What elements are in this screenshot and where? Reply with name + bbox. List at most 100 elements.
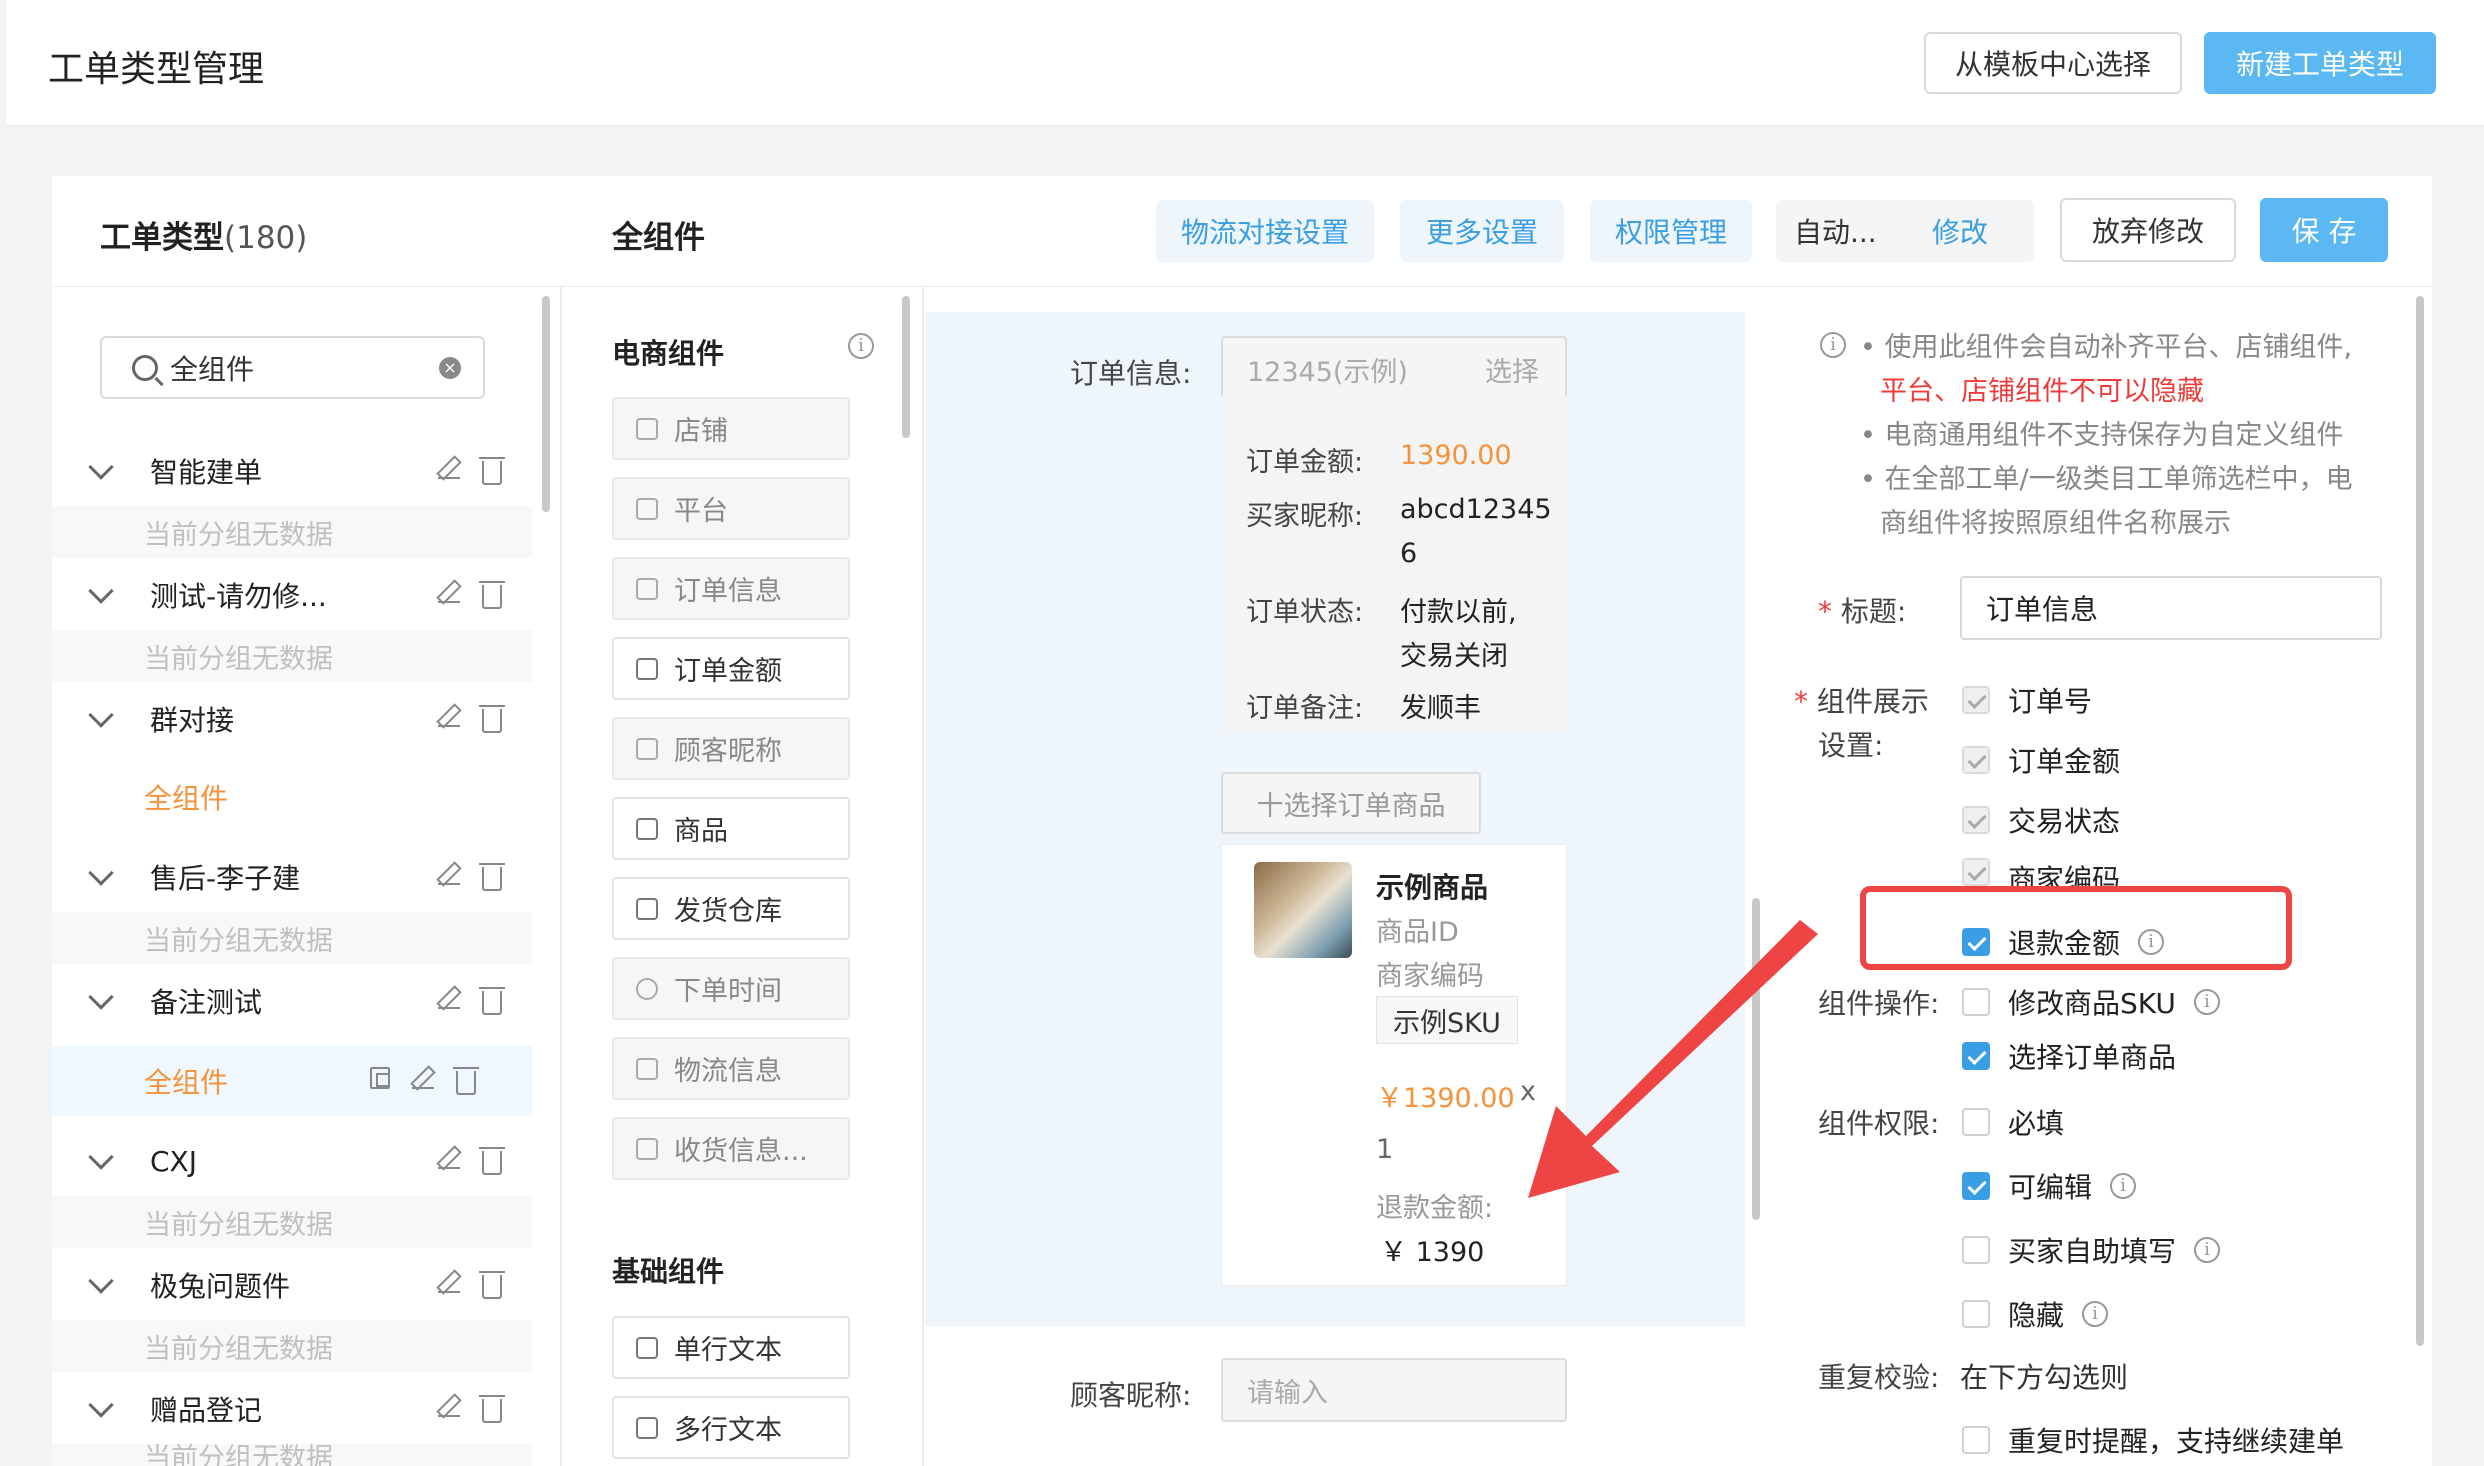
info-icon[interactable]: i [2082,1301,2109,1327]
group-item[interactable]: 智能建单 [52,440,532,502]
checkbox-unchecked[interactable] [1962,1236,1990,1264]
delete-icon[interactable] [479,987,505,1015]
delete-icon[interactable] [479,1395,505,1423]
delete-icon[interactable] [453,1067,479,1095]
option-trade-status[interactable]: 交易状态 [1962,800,2120,840]
component-customer-nick[interactable]: 顾客昵称 [612,717,850,780]
group-name: 极兔问题件 [150,1270,291,1303]
component-receiver[interactable]: 收货信息... [612,1117,850,1180]
component-order-time[interactable]: 下单时间 [612,957,850,1020]
title-input[interactable]: 订单信息 [1960,576,2382,640]
edit-icon[interactable] [438,1147,460,1169]
checkbox-checked[interactable] [1962,1042,1990,1070]
copy-icon[interactable] [370,1067,390,1089]
checkbox-unchecked[interactable] [1962,1108,1990,1136]
option-editable[interactable]: 可编辑 i [1962,1166,2137,1206]
info-icon[interactable]: i [2194,1237,2221,1263]
checkbox-checked-disabled[interactable] [1962,806,1990,834]
info-icon[interactable]: i [848,333,874,359]
more-settings-button[interactable]: 更多设置 [1400,200,1564,262]
save-button[interactable]: 保 存 [2260,198,2388,262]
component-warehouse[interactable]: 发货仓库 [612,877,850,940]
clear-icon[interactable]: × [439,356,461,379]
delete-icon[interactable] [479,1147,505,1175]
component-goods[interactable]: 商品 [612,797,850,860]
group-item[interactable]: 极兔问题件 [52,1254,532,1316]
checkbox-checked[interactable] [1962,1172,1990,1200]
permission-button[interactable]: 权限管理 [1590,200,1752,262]
info-icon[interactable]: i [2110,1173,2137,1199]
option-label: 买家自助填写 [2008,1235,2177,1268]
option-hidden[interactable]: 隐藏 i [1962,1294,2109,1334]
component-platform[interactable]: 平台 [612,477,850,540]
delete-icon[interactable] [479,863,505,891]
edit-icon[interactable] [438,987,460,1009]
info-icon[interactable]: i [2193,989,2220,1015]
option-dup-remind[interactable]: 重复时提醒，支持继续建单 [1962,1420,2344,1460]
group-item[interactable]: 测试-请勿修... [52,564,532,626]
checkbox-checked-disabled[interactable] [1962,686,1990,714]
group-item[interactable]: 售后-李子建 [52,846,532,908]
component-order-info[interactable]: 订单信息 [612,557,850,620]
note-warning: 平台、店铺组件不可以隐藏 [1880,376,2204,407]
sub-type-item[interactable]: 全组件 [52,762,532,832]
chevron-down-icon[interactable] [88,1144,114,1170]
perm-label: 组件权限: [1818,1107,1940,1140]
edit-icon[interactable] [438,457,460,479]
component-order-amount[interactable]: 订单金额 [612,637,850,700]
option-edit-sku[interactable]: 修改商品SKU i [1962,982,2220,1022]
delete-icon[interactable] [479,705,505,733]
option-order-no[interactable]: 订单号 [1962,680,2092,720]
chevron-down-icon[interactable] [88,984,114,1010]
select-goods-button[interactable]: 十选择订单商品 [1221,772,1481,834]
component-store[interactable]: 店铺 [612,397,850,460]
chevron-down-icon[interactable] [88,454,114,480]
component-multi-text[interactable]: 多行文本 [612,1396,850,1459]
chevron-down-icon[interactable] [88,1268,114,1294]
edit-icon[interactable] [438,705,460,727]
chevron-down-icon[interactable] [88,578,114,604]
option-required[interactable]: 必填 [1962,1102,2064,1142]
order-info-input[interactable]: 12345(示例) 选择 [1221,336,1567,402]
search-input[interactable]: 全组件 × [100,336,485,399]
group-item[interactable]: 备注测试 [52,970,532,1032]
new-ticket-type-button[interactable]: 新建工单类型 [2204,32,2436,94]
component-logistics[interactable]: 物流信息 [612,1037,850,1100]
checkbox-unchecked[interactable] [1962,1300,1990,1328]
customer-nick-input[interactable]: 请输入 [1221,1358,1567,1422]
option-select-goods[interactable]: 选择订单商品 [1962,1036,2176,1076]
order-select-link[interactable]: 选择 [1485,350,1539,389]
edit-icon[interactable] [438,1395,460,1417]
template-center-button[interactable]: 从模板中心选择 [1924,32,2182,94]
delete-icon[interactable] [479,1271,505,1299]
logistics-settings-button[interactable]: 物流对接设置 [1156,200,1374,262]
auto-edit-link[interactable]: 修改 [1932,211,1988,251]
edit-icon[interactable] [438,1271,460,1293]
edit-icon[interactable] [438,581,460,603]
group-item[interactable]: 群对接 [52,688,532,750]
checkbox-checked-disabled[interactable] [1962,858,1990,886]
edit-icon[interactable] [412,1067,434,1089]
option-buyer-fill[interactable]: 买家自助填写 i [1962,1230,2221,1270]
chevron-down-icon[interactable] [88,702,114,728]
option-order-amount[interactable]: 订单金额 [1962,740,2120,780]
left-scrollbar[interactable] [542,296,550,512]
highlight-box [1860,886,2292,970]
checkbox-unchecked[interactable] [1962,988,1990,1016]
delete-icon[interactable] [479,457,505,485]
checkbox-checked-disabled[interactable] [1962,746,1990,774]
chevron-down-icon[interactable] [88,1392,114,1418]
edit-icon[interactable] [438,863,460,885]
component-label: 平台 [674,496,728,527]
delete-icon[interactable] [479,581,505,609]
group-item[interactable]: 赠品登记 [52,1378,532,1440]
sub-type-item-selected[interactable]: 全组件 [52,1046,532,1116]
group-item[interactable]: CXJ [52,1130,532,1192]
checkbox-unchecked[interactable] [1962,1426,1990,1454]
option-label: 订单金额 [2008,745,2121,778]
component-scrollbar[interactable] [902,296,910,438]
chevron-down-icon[interactable] [88,860,114,886]
discard-button[interactable]: 放弃修改 [2060,198,2236,262]
component-single-text[interactable]: 单行文本 [612,1316,850,1379]
right-scrollbar[interactable] [2416,296,2424,1346]
